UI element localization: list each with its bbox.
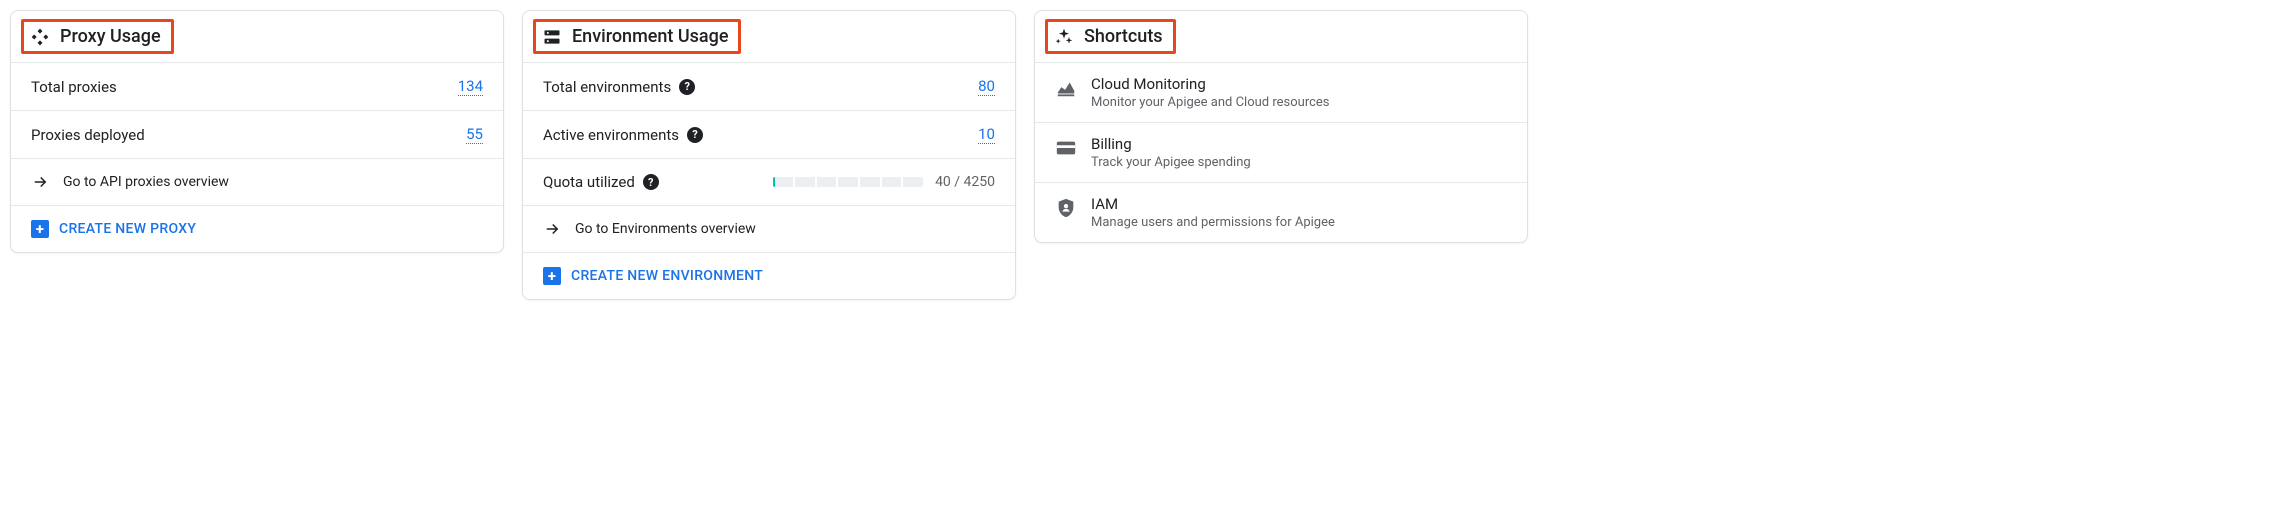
shortcuts-title: Shortcuts: [1084, 26, 1163, 47]
environment-usage-card: Environment Usage Total environments ? 8…: [522, 10, 1016, 300]
active-env-value[interactable]: 10: [978, 125, 995, 144]
help-icon[interactable]: ?: [687, 127, 703, 143]
help-icon[interactable]: ?: [679, 79, 695, 95]
proxies-deployed-label: Proxies deployed: [31, 126, 145, 144]
sparkle-icon: [1054, 27, 1074, 47]
shortcut-title: Billing: [1091, 135, 1251, 153]
shortcut-title: Cloud Monitoring: [1091, 75, 1330, 93]
shortcut-desc: Manage users and permissions for Apigee: [1091, 215, 1335, 230]
total-proxies-row: Total proxies 134: [11, 62, 503, 110]
help-icon[interactable]: ?: [643, 174, 659, 190]
active-environments-row: Active environments ? 10: [523, 110, 1015, 158]
shortcut-iam[interactable]: IAM Manage users and permissions for Api…: [1035, 182, 1527, 242]
shortcuts-card-header: Shortcuts: [1035, 11, 1527, 62]
shortcuts-card: Shortcuts Cloud Monitoring Monitor your …: [1034, 10, 1528, 243]
shortcut-billing[interactable]: Billing Track your Apigee spending: [1035, 122, 1527, 182]
monitoring-icon: [1055, 77, 1077, 99]
proxy-card-header: Proxy Usage: [11, 11, 503, 62]
quota-progress-bar: [773, 177, 923, 187]
environment-icon: [542, 27, 562, 47]
active-env-label: Active environments: [543, 126, 679, 144]
proxies-deployed-row: Proxies deployed 55: [11, 110, 503, 158]
quota-text: 40 / 4250: [935, 174, 995, 190]
proxies-overview-label: Go to API proxies overview: [63, 174, 229, 190]
total-env-value[interactable]: 80: [978, 77, 995, 96]
iam-icon: [1055, 197, 1077, 219]
proxy-title: Proxy Usage: [60, 26, 161, 47]
create-new-environment-button[interactable]: + CREATE NEW ENVIRONMENT: [523, 252, 1015, 299]
env-card-header: Environment Usage: [523, 11, 1015, 62]
shortcut-desc: Monitor your Apigee and Cloud resources: [1091, 95, 1330, 110]
proxy-usage-card: Proxy Usage Total proxies 134 Proxies de…: [10, 10, 504, 253]
create-new-proxy-button[interactable]: + CREATE NEW PROXY: [11, 205, 503, 252]
create-env-label: CREATE NEW ENVIRONMENT: [571, 268, 763, 284]
total-proxies-label: Total proxies: [31, 78, 117, 96]
arrow-right-icon: [543, 220, 561, 238]
total-environments-row: Total environments ? 80: [523, 62, 1015, 110]
shortcut-title: IAM: [1091, 195, 1335, 213]
total-env-label: Total environments: [543, 78, 671, 96]
arrow-right-icon: [31, 173, 49, 191]
proxies-overview-link[interactable]: Go to API proxies overview: [11, 158, 503, 205]
env-overview-label: Go to Environments overview: [575, 221, 756, 237]
plus-icon: +: [31, 220, 49, 238]
quota-label: Quota utilized: [543, 173, 635, 191]
plus-icon: +: [543, 267, 561, 285]
create-proxy-label: CREATE NEW PROXY: [59, 221, 196, 237]
environments-overview-link[interactable]: Go to Environments overview: [523, 205, 1015, 252]
total-proxies-value[interactable]: 134: [458, 77, 483, 96]
billing-icon: [1055, 137, 1077, 159]
quota-utilized-row: Quota utilized ? 40 / 4250: [523, 158, 1015, 205]
shortcut-cloud-monitoring[interactable]: Cloud Monitoring Monitor your Apigee and…: [1035, 62, 1527, 122]
shortcut-desc: Track your Apigee spending: [1091, 155, 1251, 170]
proxy-icon: [30, 27, 50, 47]
proxies-deployed-value[interactable]: 55: [466, 125, 483, 144]
env-title: Environment Usage: [572, 26, 728, 47]
